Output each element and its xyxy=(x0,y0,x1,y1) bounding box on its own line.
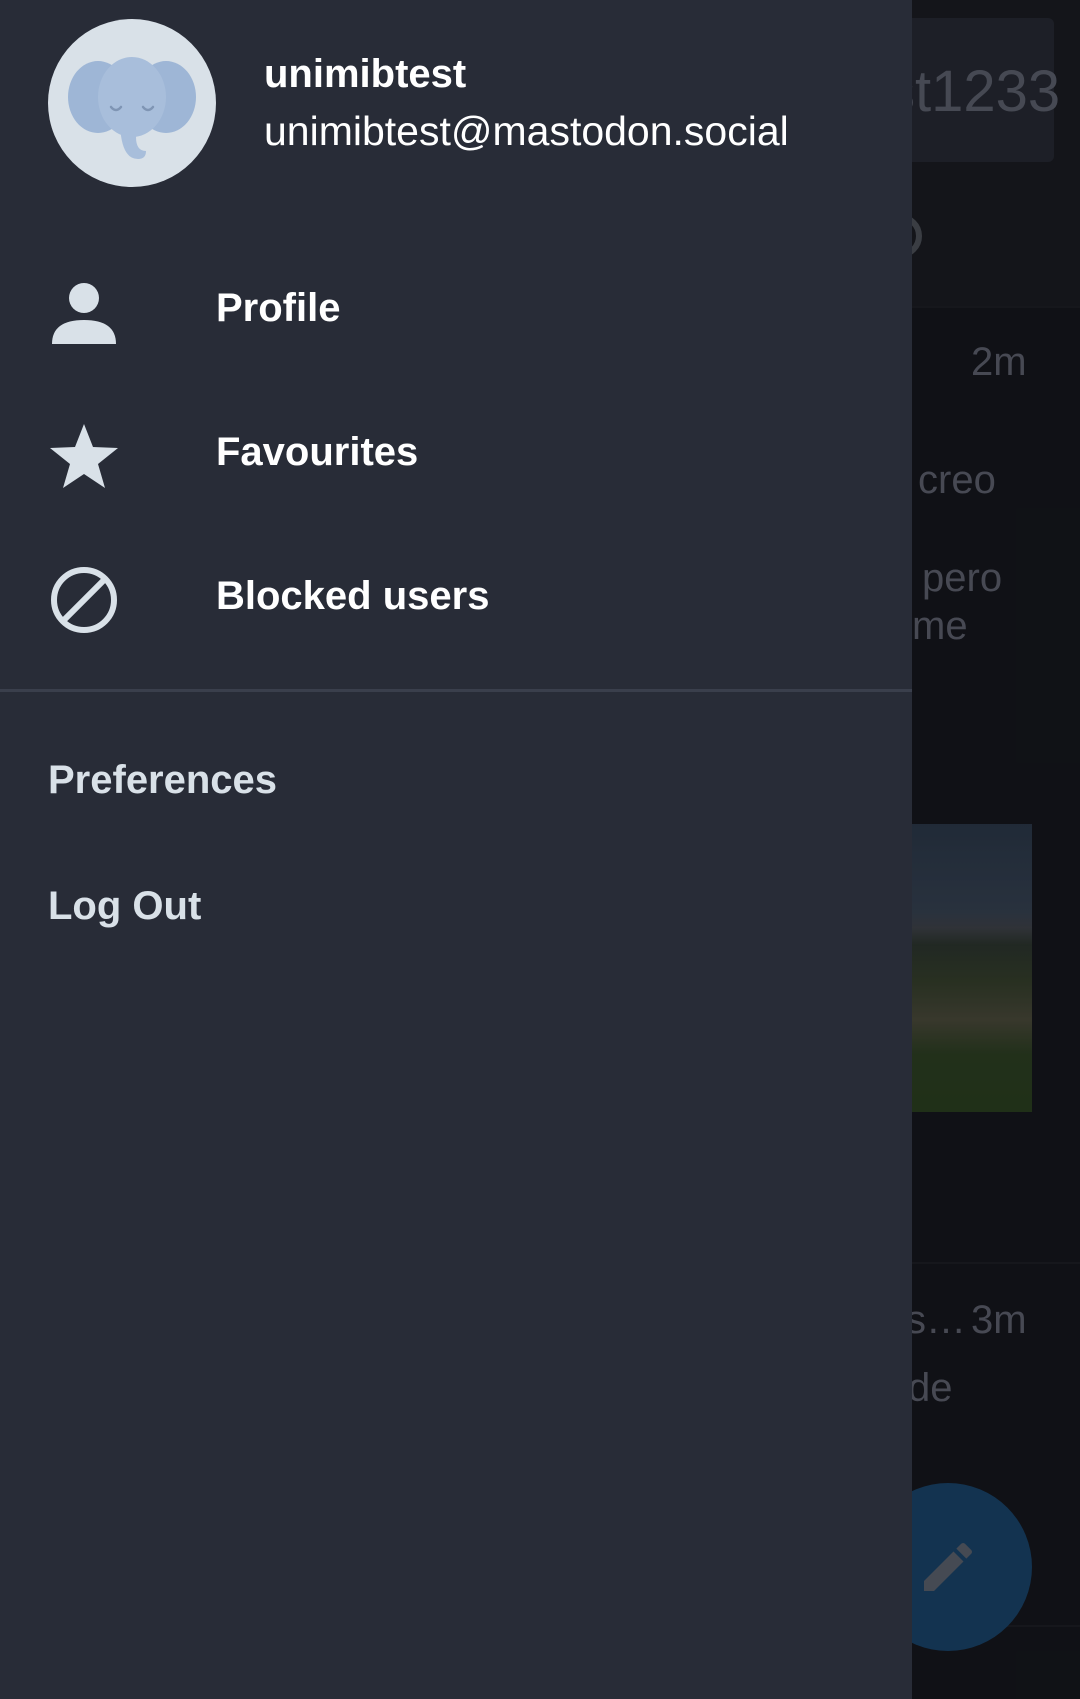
menu-item-label: Favourites xyxy=(216,430,419,474)
menu-item-label: Log Out xyxy=(48,884,202,928)
elephant-avatar-icon xyxy=(68,57,196,159)
star-icon xyxy=(50,424,118,488)
menu-item-log-out[interactable]: Log Out xyxy=(0,846,912,972)
drawer-divider xyxy=(0,689,912,692)
menu-item-blocked-users[interactable]: Blocked users xyxy=(0,524,912,668)
navigation-drawer: unimibtest unimibtest@mastodon.social Pr… xyxy=(0,0,912,1699)
menu-item-label: Blocked users xyxy=(216,574,490,618)
account-handle: unimibtest@mastodon.social xyxy=(264,108,789,154)
avatar[interactable] xyxy=(48,19,216,187)
menu-item-favourites[interactable]: Favourites xyxy=(0,380,912,524)
account-username: unimibtest xyxy=(264,52,467,96)
drawer-header[interactable]: unimibtest unimibtest@mastodon.social xyxy=(0,0,912,206)
menu-item-preferences[interactable]: Preferences xyxy=(0,720,912,846)
menu-item-label: Preferences xyxy=(48,758,278,802)
screen: st1233 2m creo pero me s… 3m de unimibte… xyxy=(0,0,1080,1699)
menu-item-profile[interactable]: Profile xyxy=(0,236,912,380)
block-icon xyxy=(51,567,117,633)
person-icon xyxy=(52,283,116,344)
menu-item-label: Profile xyxy=(216,286,341,330)
